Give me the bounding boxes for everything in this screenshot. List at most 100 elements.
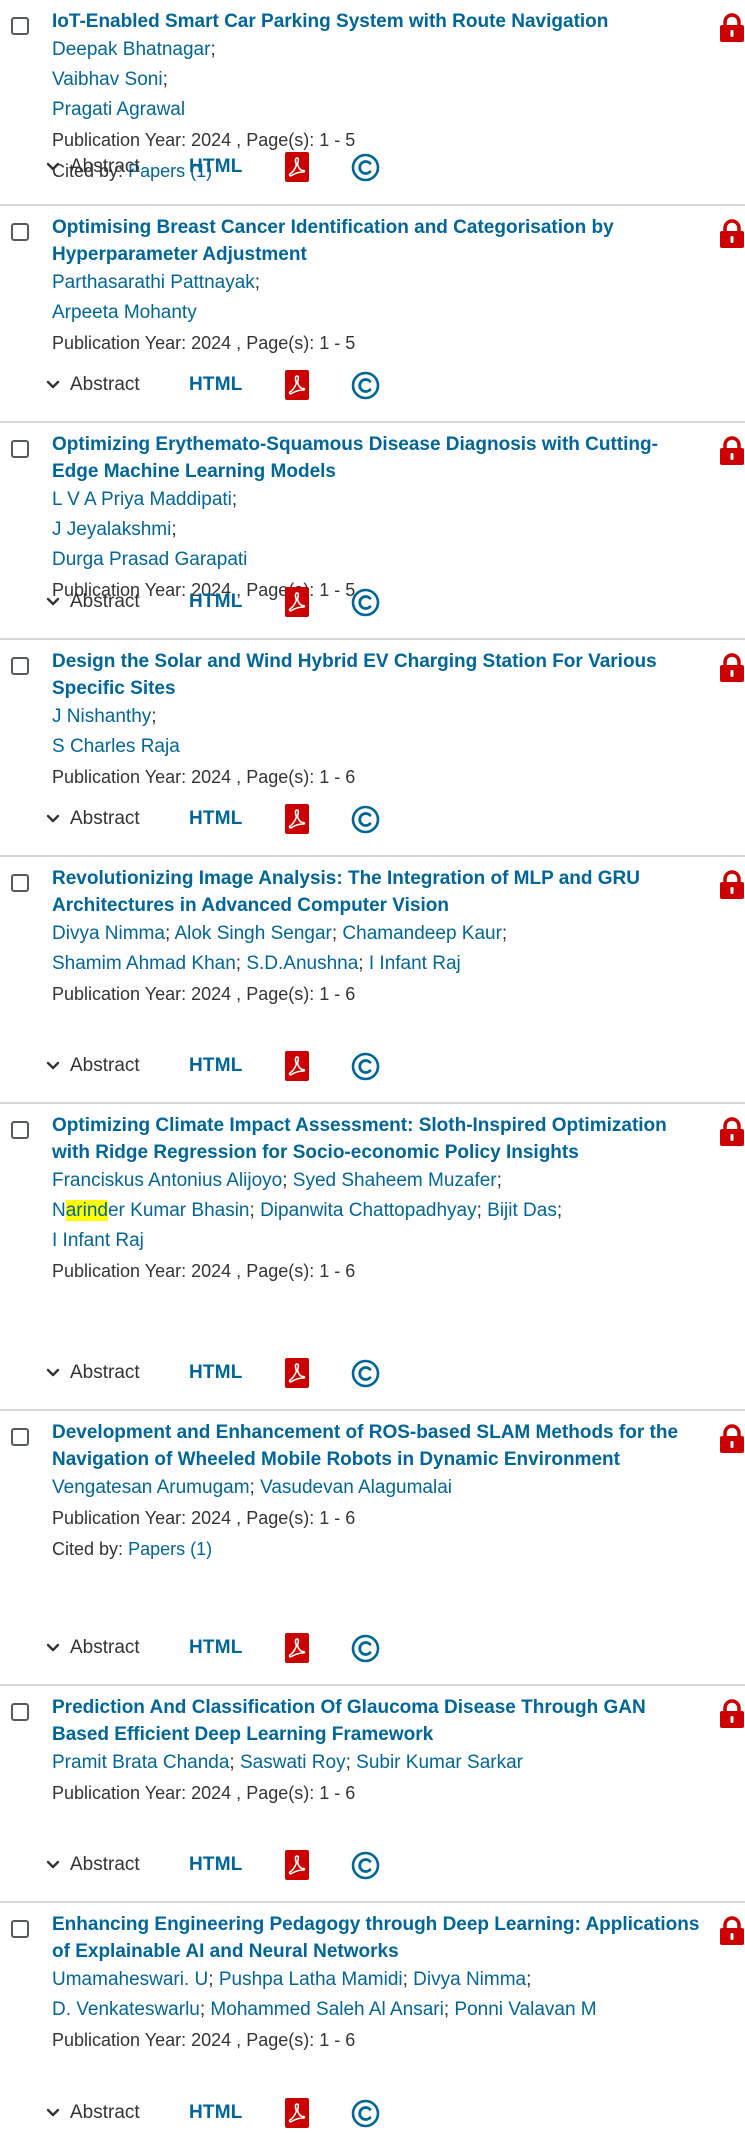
cited-by-papers-link[interactable]: Papers (1)	[128, 1539, 212, 1559]
pdf-icon[interactable]	[285, 1850, 309, 1880]
html-link[interactable]: HTML	[189, 2102, 285, 2124]
pdf-icon[interactable]	[285, 152, 309, 182]
copyright-icon[interactable]	[351, 153, 380, 182]
copyright-icon[interactable]	[351, 1359, 380, 1388]
select-checkbox[interactable]	[11, 440, 29, 458]
chevron-down-icon	[46, 380, 60, 389]
copyright-icon[interactable]	[351, 805, 380, 834]
author-link[interactable]: Shamim Ahmad Khan	[52, 953, 236, 974]
select-checkbox[interactable]	[11, 657, 29, 675]
copyright-icon[interactable]	[351, 371, 380, 400]
result-title-link[interactable]: Optimizing Erythemato-Squamous Disease D…	[52, 431, 702, 485]
abstract-toggle[interactable]: Abstract	[46, 808, 189, 830]
author-link[interactable]: Chamandeep Kaur	[342, 923, 502, 944]
abstract-toggle[interactable]: Abstract	[46, 1362, 189, 1384]
result-title-link[interactable]: Design the Solar and Wind Hybrid EV Char…	[52, 648, 702, 702]
author-link[interactable]: Dipanwita Chattopadhyay	[260, 1200, 477, 1221]
result-title-link[interactable]: Enhancing Engineering Pedagogy through D…	[52, 1911, 702, 1965]
html-link[interactable]: HTML	[189, 808, 285, 830]
author-link[interactable]: Parthasarathi Pattnayak	[52, 272, 255, 293]
author-line: Arpeeta Mohanty	[52, 298, 702, 328]
html-link[interactable]: HTML	[189, 1854, 285, 1876]
select-checkbox[interactable]	[11, 1920, 29, 1938]
abstract-toggle[interactable]: Abstract	[46, 2102, 189, 2124]
publication-year-label: Publication Year:	[52, 1261, 187, 1281]
author-link[interactable]: Vengatesan Arumugam	[52, 1477, 250, 1498]
copyright-icon[interactable]	[351, 1052, 380, 1081]
html-link[interactable]: HTML	[189, 374, 285, 396]
abstract-toggle[interactable]: Abstract	[46, 1854, 189, 1876]
abstract-toggle[interactable]: Abstract	[46, 591, 189, 613]
author-separator: ;	[443, 1999, 455, 2020]
html-link[interactable]: HTML	[189, 1362, 285, 1384]
author-link[interactable]: Ponni Valavan M	[454, 1999, 596, 2020]
select-checkbox[interactable]	[11, 223, 29, 241]
author-link[interactable]: Mohammed Saleh Al Ansari	[210, 1999, 443, 2020]
author-link[interactable]: Divya Nimma	[52, 923, 165, 944]
result-title-link[interactable]: Optimising Breast Cancer Identification …	[52, 214, 702, 268]
author-link[interactable]: Alok Singh Sengar	[174, 923, 331, 944]
html-link[interactable]: HTML	[189, 156, 285, 178]
result-title-link[interactable]: Prediction And Classification Of Glaucom…	[52, 1694, 702, 1748]
result-actions: Abstract HTML	[46, 1353, 380, 1393]
author-link[interactable]: Arpeeta Mohanty	[52, 302, 197, 323]
author-link[interactable]: Narinder Kumar Bhasin	[52, 1200, 250, 1221]
pdf-icon[interactable]	[285, 804, 309, 834]
select-checkbox[interactable]	[11, 17, 29, 35]
pdf-icon[interactable]	[285, 1051, 309, 1081]
result-title-link[interactable]: Development and Enhancement of ROS-based…	[52, 1419, 702, 1473]
result-title-link[interactable]: Revolutionizing Image Analysis: The Inte…	[52, 865, 702, 919]
author-link[interactable]: Syed Shaheem Muzafer	[293, 1170, 497, 1191]
copyright-icon[interactable]	[351, 1634, 380, 1663]
html-link[interactable]: HTML	[189, 591, 285, 613]
abstract-toggle[interactable]: Abstract	[46, 156, 189, 178]
author-link[interactable]: Umamaheswari. U	[52, 1969, 208, 1990]
author-link[interactable]: Subir Kumar Sarkar	[356, 1752, 523, 1773]
author-link[interactable]: J Jeyalakshmi	[52, 519, 171, 540]
html-link[interactable]: HTML	[189, 1055, 285, 1077]
select-checkbox[interactable]	[11, 1703, 29, 1721]
author-link[interactable]: I Infant Raj	[369, 953, 461, 974]
select-checkbox[interactable]	[11, 1121, 29, 1139]
author-link[interactable]: Deepak Bhatnagar	[52, 39, 210, 60]
result-content: Optimizing Erythemato-Squamous Disease D…	[52, 431, 702, 606]
author-link[interactable]: Pramit Brata Chanda	[52, 1752, 229, 1773]
result-title-link[interactable]: Optimizing Climate Impact Assessment: Sl…	[52, 1112, 702, 1166]
author-link[interactable]: Vasudevan Alagumalai	[260, 1477, 452, 1498]
abstract-toggle[interactable]: Abstract	[46, 1055, 189, 1077]
author-link[interactable]: D. Venkateswarlu	[52, 1999, 200, 2020]
pages-value: 1 - 6	[319, 1783, 356, 1803]
select-checkbox[interactable]	[11, 1428, 29, 1446]
author-link[interactable]: I Infant Raj	[52, 1230, 144, 1251]
author-link[interactable]: S Charles Raja	[52, 736, 180, 757]
lock-icon	[720, 1916, 744, 1945]
author-link[interactable]: Bijit Das	[487, 1200, 557, 1221]
author-link[interactable]: Saswati Roy	[240, 1752, 346, 1773]
copyright-icon[interactable]	[351, 2099, 380, 2128]
abstract-toggle[interactable]: Abstract	[46, 374, 189, 396]
author-link[interactable]: Pushpa Latha Mamidi	[219, 1969, 403, 1990]
pages-label: Page(s):	[246, 333, 315, 353]
copyright-icon[interactable]	[351, 1851, 380, 1880]
pdf-icon[interactable]	[285, 1633, 309, 1663]
html-link[interactable]: HTML	[189, 1637, 285, 1659]
copyright-icon[interactable]	[351, 588, 380, 617]
author-link[interactable]: Vaibhav Soni	[52, 69, 163, 90]
select-checkbox[interactable]	[11, 874, 29, 892]
author-link[interactable]: Divya Nimma	[413, 1969, 526, 1990]
abstract-toggle[interactable]: Abstract	[46, 1637, 189, 1659]
author-link[interactable]: Pragati Agrawal	[52, 99, 185, 120]
author-link[interactable]: L V A Priya Maddipati	[52, 489, 232, 510]
author-link[interactable]: Franciskus Antonius Alijoyo	[52, 1170, 282, 1191]
author-link[interactable]: S.D.Anushna	[246, 953, 358, 974]
author-link[interactable]: Durga Prasad Garapati	[52, 549, 247, 570]
pdf-icon[interactable]	[285, 1358, 309, 1388]
author-line: S Charles Raja	[52, 732, 702, 762]
result-title-link[interactable]: IoT-Enabled Smart Car Parking System wit…	[52, 8, 702, 35]
author-separator: ;	[526, 1969, 532, 1990]
author-link[interactable]: J Nishanthy	[52, 706, 151, 727]
pdf-icon[interactable]	[285, 370, 309, 400]
author-list: Franciskus Antonius Alijoyo; Syed Shahee…	[52, 1166, 702, 1256]
pdf-icon[interactable]	[285, 2098, 309, 2128]
pdf-icon[interactable]	[285, 587, 309, 617]
